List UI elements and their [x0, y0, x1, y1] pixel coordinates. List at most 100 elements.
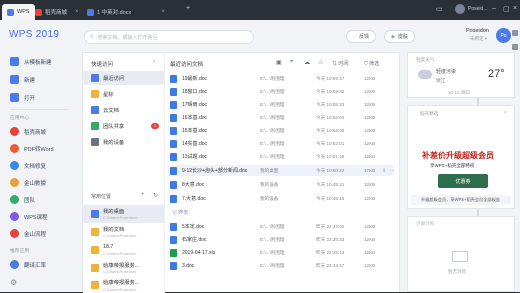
add-icon[interactable]: + — [141, 192, 145, 198]
tab-document[interactable]: 1 中英对.docx × — [82, 4, 170, 20]
file-row[interactable]: 3.doc E:\...\利围理 昨天 22:24:47 12KB — [168, 260, 394, 271]
new-tab-button[interactable]: + — [186, 5, 190, 12]
avatar[interactable]: Po — [496, 28, 511, 43]
share-icon[interactable]: ⇪ — [382, 168, 386, 174]
weather-card[interactable]: 轻度天气 轻度污染 浙江 · 27° 10-15 周四 — [407, 52, 515, 98]
qa-item-my-devices[interactable]: 我的设备 — [83, 135, 164, 149]
skin-button[interactable]: ◈ 皮肤 — [384, 30, 415, 43]
file-name: 石家庄.doc — [182, 237, 207, 243]
weather-title: 轻度天气 — [416, 57, 435, 62]
close-window-icon[interactable]: × — [513, 5, 517, 12]
star-icon[interactable]: ☆ — [318, 59, 323, 66]
minimize-icon[interactable]: – — [492, 5, 496, 12]
file-row[interactable]: 18窗口.doc E:\...\利围理 今天 10:59:32 12KB — [168, 86, 394, 97]
tab-docer-store[interactable]: 稻壳商城 × — [30, 4, 84, 20]
sidebar-item-docer-store[interactable]: 稻壳商城 — [10, 127, 46, 136]
sidebar-item-translate[interactable]: 翻译汇率 — [10, 260, 46, 269]
tool-icon[interactable] — [512, 30, 518, 36]
recommended-apps-title: 推荐应用 — [10, 249, 30, 254]
refresh-icon[interactable]: ↻ — [153, 192, 158, 199]
sidebar-item-team[interactable]: 团队 — [10, 195, 35, 204]
weather-temp: 27° — [488, 68, 505, 80]
plus-icon — [10, 75, 19, 84]
place-my-documents[interactable]: 我的文档 C:\Users\Poseidon — [83, 223, 164, 241]
filter-button[interactable]: ⛉ 筛选 — [364, 60, 379, 67]
weather-desc: 轻度污染 — [436, 69, 457, 75]
close-icon[interactable]: × — [161, 9, 165, 15]
group-header-yesterday[interactable]: ∨ 昨天 — [172, 209, 188, 216]
cloud-icon[interactable]: ☁ — [304, 59, 310, 66]
coupon-button[interactable]: 优惠券 — [438, 174, 488, 188]
file-path: 我的设备 — [260, 195, 279, 201]
sidebar-item-label: 打开 — [24, 95, 36, 102]
more-icon[interactable]: ⋯ — [390, 168, 395, 174]
doc-icon — [170, 139, 177, 148]
sidebar-item-new-from-template[interactable]: 从模板新建 — [10, 57, 52, 66]
envelope-icon — [452, 251, 468, 262]
skin-label: 皮肤 — [397, 34, 408, 40]
recent-files-title: 最近访问文档 — [170, 62, 204, 68]
recent-files-panel: 最近访问文档 ▣ ⌖ ☁ ☆ ⇅ 时间 ⛉ 筛选 19最新.doc E:\...\… — [166, 53, 479, 293]
place-my-desktop[interactable]: 我的桌面 C:\Users\Poseidon\ — [83, 205, 164, 223]
file-row[interactable]: 8大意.doc 我的设备 今天 10:45:21 12KB — [168, 179, 394, 190]
promo-subtitle: 享WPS+稻壳全部特权 — [430, 163, 475, 168]
qa-item-team-share[interactable]: 团队共享 1 — [83, 119, 164, 133]
close-icon[interactable]: × — [504, 110, 507, 116]
main-panel: 快速访问 ‹ 最近访问 星标 云文档 团队共享 1 我的设备 常用位置 + ↻ … — [82, 52, 479, 293]
file-row[interactable]: 15本基.doc E:\...\利围理 今天 10:52:05 12KB — [168, 125, 394, 136]
file-row[interactable]: 14实基.doc E:\...\利围理 今天 10:52:01 12KB — [168, 138, 394, 149]
file-name: 17晴雨.doc — [182, 102, 208, 108]
sort-by-time-button[interactable]: ⇅ 时间 — [332, 60, 348, 67]
folder-icon[interactable]: ▣ — [276, 59, 282, 66]
promo-card[interactable]: 稻壳精选 × 补差价升级超级会员 享WPS+稻壳全部特权 优惠券 升级超级会员，… — [407, 105, 515, 209]
settings-button[interactable]: ⚙ — [10, 278, 17, 287]
sidebar-item-new[interactable]: 新建 — [10, 75, 35, 84]
file-row[interactable]: 7.大意.doc 我的设备 今天 10:45:15 12KB — [168, 193, 394, 204]
sidebar-item-wps-course[interactable]: WPS课程 — [10, 212, 48, 221]
file-row[interactable]: 石家庄.doc E:\...\利围理 昨天 22:26:33 12KB — [168, 234, 394, 245]
file-name: 13试题.doc — [182, 154, 208, 160]
file-row[interactable]: 19最新.doc E:\...\利围理 今天 10:59:47 12KB — [168, 73, 394, 84]
file-name: 18窗口.doc — [182, 89, 208, 95]
place-service-2[interactable]: 给康帝报服务... C:\Users\Poseidon — [83, 277, 164, 293]
search-input[interactable]: ⌕ 搜索文档，或输入打开路径 — [84, 30, 254, 44]
sidebar-item-kingsoft-flow[interactable]: 金山流程 — [10, 229, 46, 238]
file-row[interactable]: 2019-04-17.xls E:\...\利围理 昨天 22:25:13 12KB — [168, 247, 394, 258]
username[interactable]: Poseidon — [466, 28, 489, 34]
sort-label: 时间 — [338, 61, 349, 67]
tag-icon[interactable]: ⌖ — [290, 59, 293, 66]
folder-icon — [91, 264, 99, 272]
file-row[interactable]: 16本基.doc E:\...\利围理 今天 10:52:03 12KB — [168, 112, 394, 123]
promo-footer[interactable]: 升级超级会员，享WPS+稻壳会员全部权益 — [411, 195, 511, 205]
qa-item-cloud-docs[interactable]: 云文档 — [83, 103, 164, 117]
collapse-icon[interactable]: ‹ — [153, 59, 155, 65]
file-row[interactable]: 13试题.doc E:\...\利围理 今天 10:51:49 12KB — [168, 151, 394, 162]
repair-icon — [10, 161, 19, 170]
top-user[interactable]: Poseid... — [455, 4, 487, 14]
file-row-selected[interactable]: 9-12长沙+泡头+部分新闻.doc 我的桌面 今天 10:50:22 17KB ⇪ ⋯ — [168, 165, 395, 176]
file-row[interactable]: 5本定.doc E:\...\利围理 昨天 22:27:02 12KB — [168, 221, 394, 232]
sidebar-item-pdf-to-word[interactable]: PDF转Word — [10, 144, 54, 153]
maximize-icon[interactable]: ▢ — [503, 5, 510, 13]
sidebar-item-open[interactable]: 打开 — [10, 93, 35, 102]
sidebar-item-kingsoft-data[interactable]: 金山數據 — [10, 178, 46, 187]
user-status[interactable]: 未绑定 ▾ — [470, 36, 487, 42]
qa-item-recent[interactable]: 最近访问 — [83, 71, 164, 85]
place-service-1[interactable]: 给康帝报服务... C:\Users\Poseidon — [83, 259, 164, 277]
window-list-icon[interactable]: ▭ — [436, 5, 443, 13]
file-time: 昨天 22:24:47 — [316, 262, 345, 268]
sidebar-item-doc-repair[interactable]: 文档修复 — [10, 161, 46, 170]
place-18-7[interactable]: 18.7 C:\Users\Poseidon — [83, 241, 164, 259]
translate-icon — [10, 260, 19, 269]
close-icon[interactable]: × — [75, 9, 79, 15]
feedback-button[interactable]: ◌ 反馈 — [346, 30, 376, 43]
tab-label: 1 中英对.docx — [97, 10, 132, 16]
file-row[interactable]: 17晴雨.doc E:\...\利围理 今天 10:55:33 12KB — [168, 99, 394, 110]
tool-icon[interactable] — [512, 44, 518, 50]
filter-label: 筛选 — [369, 61, 380, 67]
file-name: 19最新.doc — [182, 76, 208, 82]
file-time: 昨天 22:26:33 — [316, 236, 345, 242]
qa-item-starred[interactable]: 星标 — [83, 87, 164, 101]
team-icon — [91, 122, 99, 130]
place-path: C:\Users\Poseidon — [103, 233, 137, 238]
